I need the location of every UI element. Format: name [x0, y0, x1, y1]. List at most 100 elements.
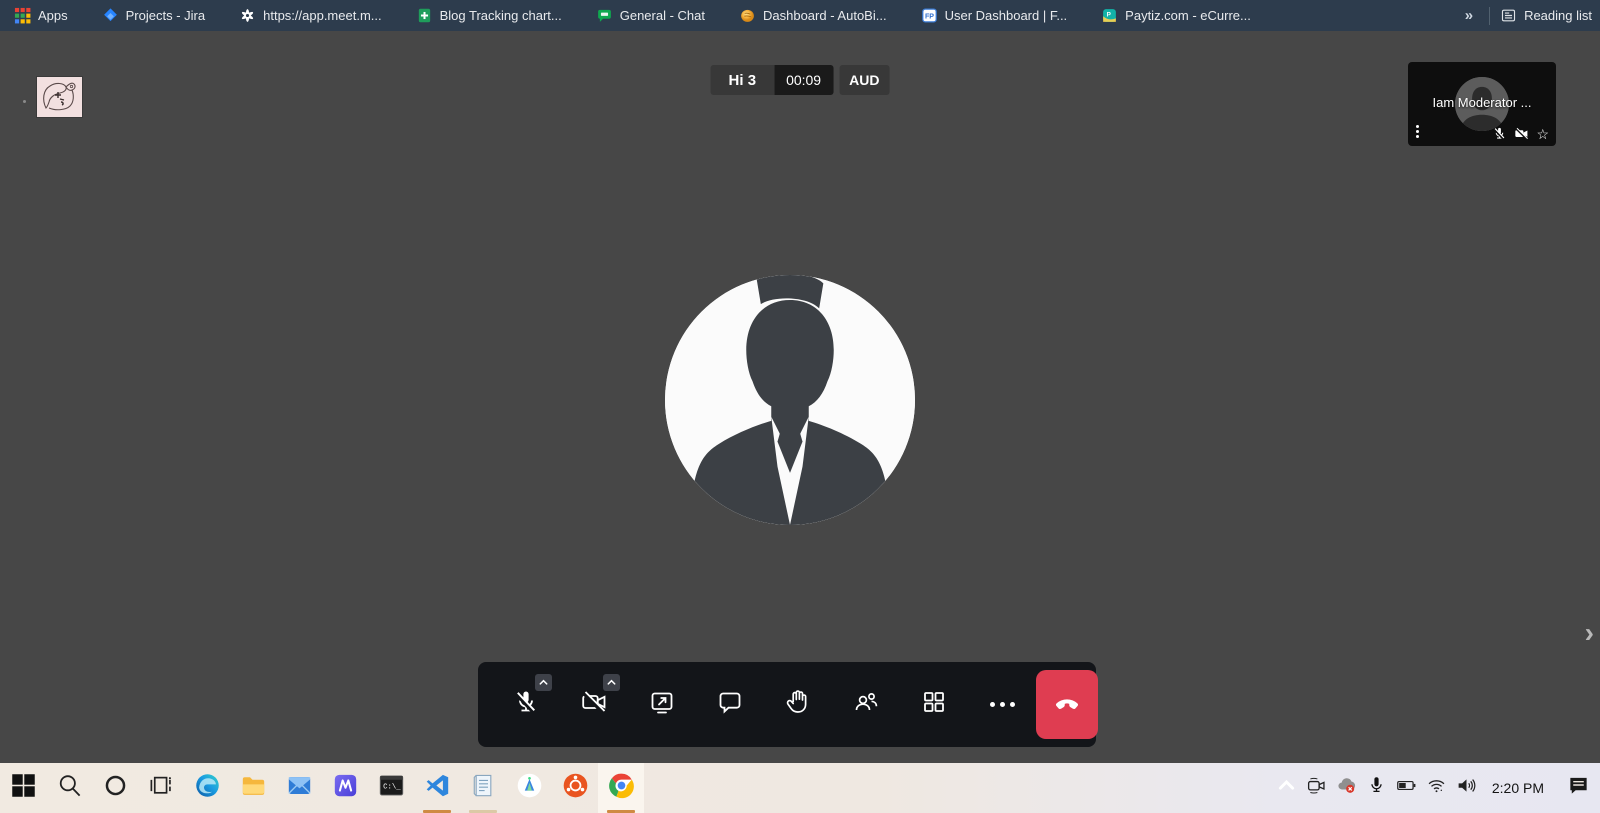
mail-button[interactable]	[276, 763, 322, 813]
thumbnail-menu-button[interactable]	[1416, 123, 1419, 140]
edge-button[interactable]	[184, 763, 230, 813]
sheets-icon	[416, 7, 433, 24]
terminal-icon: C:\_	[378, 772, 405, 804]
hangup-icon	[1052, 687, 1082, 722]
task-view-icon	[148, 772, 175, 804]
battery-button[interactable]	[1392, 763, 1422, 813]
cortana-button[interactable]	[92, 763, 138, 813]
tray-microphone-button[interactable]	[1362, 763, 1392, 813]
chrome-button[interactable]	[598, 763, 644, 813]
bookmark-label: https://app.meet.m...	[263, 8, 382, 23]
microphone-tray-icon	[1366, 775, 1387, 801]
chevron-up-icon[interactable]	[535, 674, 552, 691]
reading-list-icon	[1500, 7, 1517, 24]
windows-taskbar: C:\_ 2:20 PM	[0, 763, 1600, 813]
notepad-icon	[470, 772, 497, 804]
terminal-button[interactable]: C:\_	[368, 763, 414, 813]
meet-now-button[interactable]	[1302, 763, 1332, 813]
raise-hand-icon	[784, 688, 812, 721]
meeting-stage: Hi 3 00:09 AUD Iam Moderator ... ☆ ›	[0, 31, 1600, 763]
screen-share-icon	[648, 688, 676, 721]
m-app-button[interactable]	[322, 763, 368, 813]
battery-icon	[1396, 775, 1417, 801]
tray-expand-button[interactable]	[1272, 763, 1302, 813]
meeting-title: Hi 3	[711, 65, 775, 95]
wifi-button[interactable]	[1422, 763, 1452, 813]
camera-muted-icon	[580, 688, 608, 721]
android-studio-button[interactable]	[506, 763, 552, 813]
bookmark-item[interactable]: Projects - Jira	[102, 7, 205, 24]
brand-watermark-logo[interactable]	[36, 76, 83, 118]
ubuntu-icon	[562, 772, 589, 804]
camera-button[interactable]	[560, 662, 628, 747]
pin-star-icon[interactable]: ☆	[1536, 127, 1549, 141]
participants-icon	[852, 688, 880, 721]
task-view-button[interactable]	[138, 763, 184, 813]
tile-view-button[interactable]	[900, 662, 968, 747]
chat-icon	[716, 688, 744, 721]
system-tray: 2:20 PM	[1272, 763, 1600, 813]
bookmark-label: Projects - Jira	[126, 8, 205, 23]
file-explorer-icon	[240, 772, 267, 804]
m-app-icon	[332, 772, 359, 804]
flexed-arm-logo-icon	[38, 78, 81, 116]
meeting-timer: 00:09	[774, 65, 833, 95]
search-button[interactable]	[46, 763, 92, 813]
android-studio-icon	[516, 772, 543, 804]
filmstrip-toggle-chevron[interactable]: ›	[1585, 619, 1594, 647]
bookmark-label: General - Chat	[620, 8, 705, 23]
apps-grid-icon	[14, 7, 31, 24]
action-center-icon	[1567, 774, 1590, 802]
volume-button[interactable]	[1452, 763, 1482, 813]
reading-list-button[interactable]: Reading list	[1500, 7, 1592, 24]
thumbnail-status-icons: ☆	[1492, 126, 1549, 141]
fp-icon: FP	[921, 7, 938, 24]
svg-text:P: P	[1107, 12, 1112, 19]
more-actions-button[interactable]	[968, 662, 1036, 747]
edge-icon	[194, 772, 221, 804]
mic-muted-icon	[512, 688, 540, 721]
screen-share-button[interactable]	[628, 662, 696, 747]
bookmark-item[interactable]: FP User Dashboard | F...	[921, 7, 1068, 24]
raise-hand-button[interactable]	[764, 662, 832, 747]
mic-muted-small-icon	[1492, 126, 1507, 141]
taskbar-apps: C:\_	[0, 763, 644, 813]
decorative-dot	[23, 100, 26, 103]
ubuntu-button[interactable]	[552, 763, 598, 813]
bookmark-item[interactable]: Apps	[14, 7, 68, 24]
file-explorer-button[interactable]	[230, 763, 276, 813]
bookmark-item[interactable]: Blog Tracking chart...	[416, 7, 562, 24]
remote-participant-thumbnail[interactable]: Iam Moderator ... ☆	[1408, 62, 1556, 146]
taskbar-clock[interactable]: 2:20 PM	[1486, 780, 1554, 796]
onedrive-button[interactable]	[1332, 763, 1362, 813]
meet-flower-icon	[239, 7, 256, 24]
chat-button[interactable]	[696, 662, 764, 747]
bookmarks-overflow-chevron[interactable]: »	[1459, 7, 1479, 24]
notepad-button[interactable]	[460, 763, 506, 813]
bookmarks-right: » Reading list	[1459, 7, 1592, 25]
bookmark-item[interactable]: https://app.meet.m...	[239, 7, 382, 24]
onedrive-error-icon	[1336, 775, 1357, 801]
bookmark-item[interactable]: General - Chat	[596, 7, 705, 24]
remote-participant-name: Iam Moderator ...	[1408, 95, 1556, 110]
bee-icon	[739, 7, 756, 24]
bookmark-label: User Dashboard | F...	[945, 8, 1068, 23]
start-button[interactable]	[0, 763, 46, 813]
speaker-icon	[1456, 775, 1477, 801]
chevron-up-icon[interactable]	[603, 674, 620, 691]
jira-icon	[102, 7, 119, 24]
vscode-button[interactable]	[414, 763, 460, 813]
microphone-button[interactable]	[492, 662, 560, 747]
bookmark-label: Blog Tracking chart...	[440, 8, 562, 23]
windows-start-icon	[10, 772, 37, 804]
dominant-speaker-avatar	[665, 275, 915, 525]
bookmark-item[interactable]: Dashboard - AutoBi...	[739, 7, 887, 24]
audio-mode-badge: AUD	[839, 65, 889, 95]
cortana-icon	[102, 772, 129, 804]
hangup-button[interactable]	[1036, 670, 1098, 739]
action-center-button[interactable]	[1558, 763, 1598, 813]
bookmark-item[interactable]: PPaytiz.com - eCurre...	[1101, 7, 1251, 24]
participants-button[interactable]	[832, 662, 900, 747]
bookmark-label: Dashboard - AutoBi...	[763, 8, 887, 23]
bookmark-label: Apps	[38, 8, 68, 23]
